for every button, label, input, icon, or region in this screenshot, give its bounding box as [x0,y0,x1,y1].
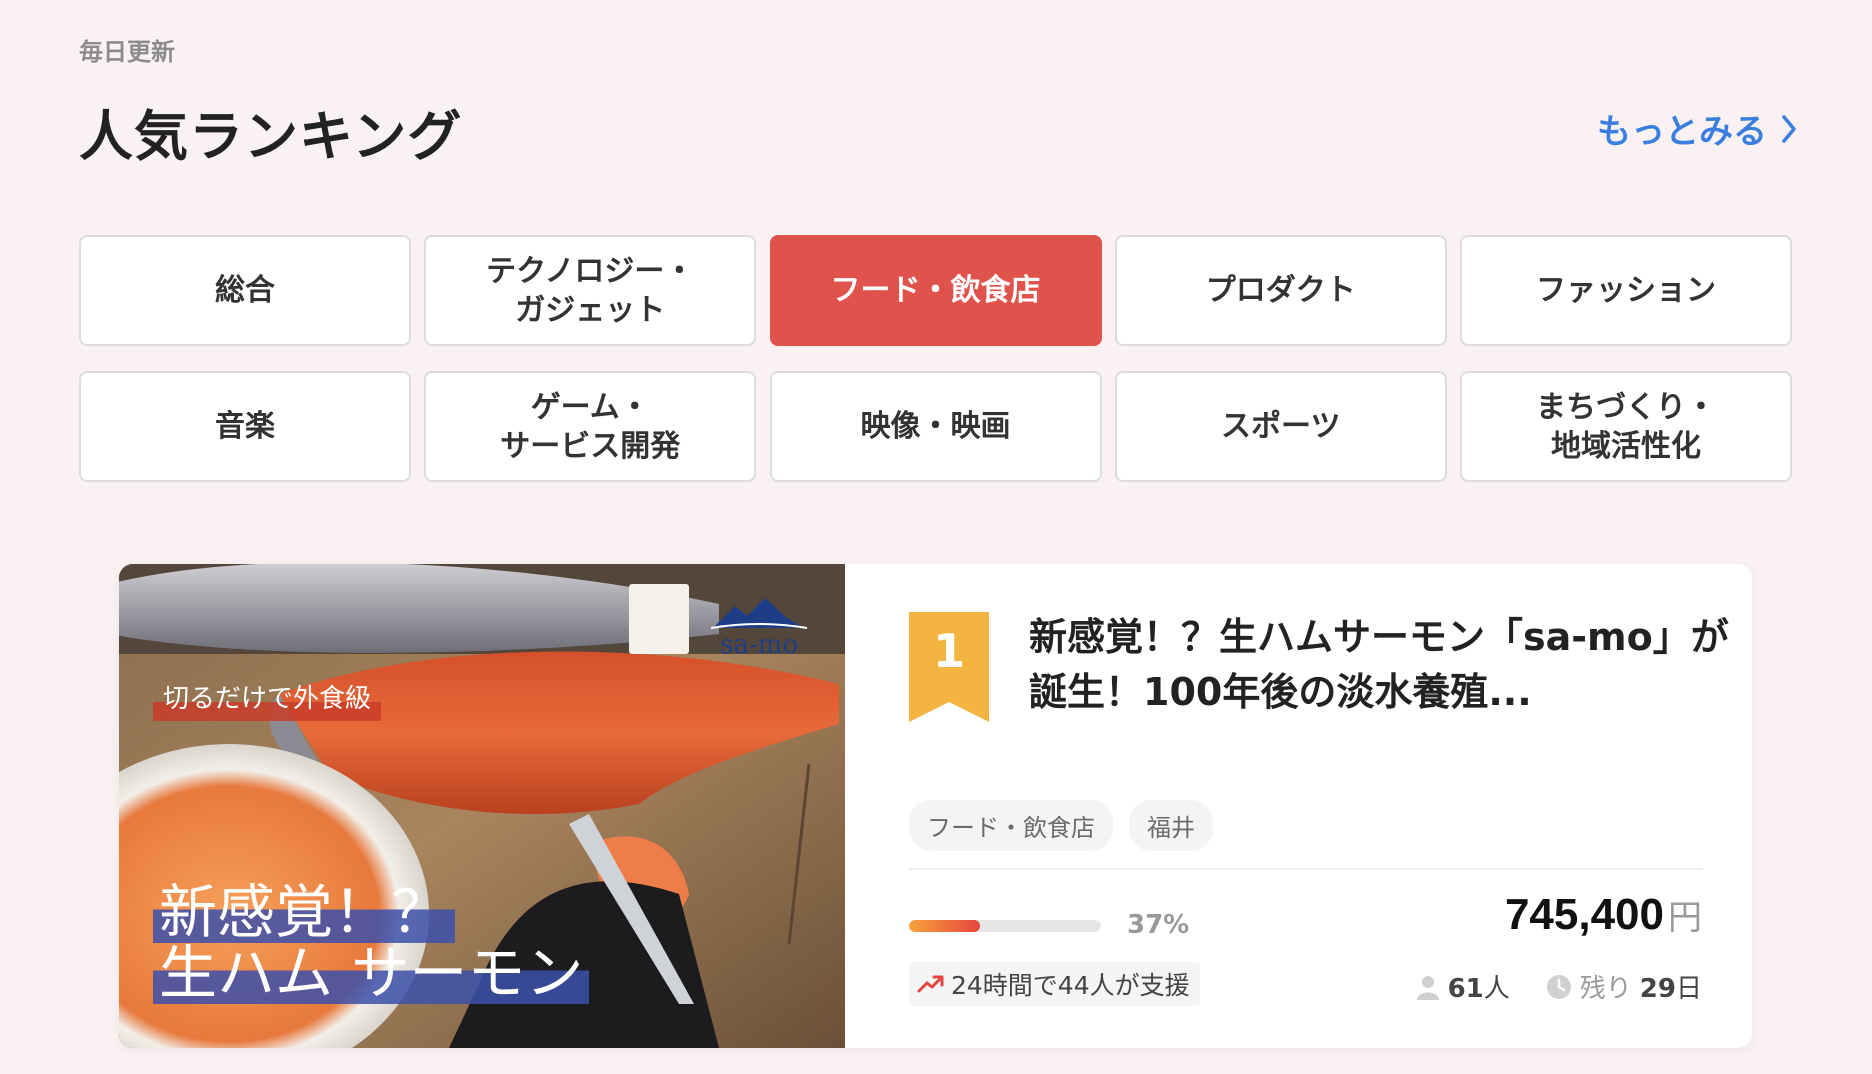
category-tab[interactable]: ファッション [1460,235,1792,346]
page-title: 人気ランキング [79,105,463,168]
amount-value: 745,400 [1504,890,1664,939]
rank-number: 1 [932,624,965,678]
funding-progress-fill [909,920,981,932]
category-tab[interactable]: 映像・映画 [769,371,1102,482]
funding-percent: 37% [1127,910,1190,940]
category-tab[interactable]: まちづくり・ 地域活性化 [1460,371,1792,482]
thumbnail-headline: 新感覚！？ 生ハム サーモン [153,882,590,1004]
divider [909,868,1703,870]
thumbnail-tagline: 切るだけで外食級 [153,674,382,721]
category-tab[interactable]: 音楽 [79,371,411,482]
supporters-count: 61 [1447,974,1484,1004]
mountain-logo-icon [710,598,808,629]
project-tag[interactable]: フード・飲食店 [909,800,1113,851]
funding-amount: 745,400 円 [1505,890,1702,940]
ranking-card[interactable]: sa-mo 切るだけで外食級 新感覚！？ 生ハム サーモン 1 新感覚！？生ハム… [119,564,1752,1048]
category-tab[interactable]: 総合 [79,235,411,346]
project-info: 1 新感覚！？生ハムサーモン「sa-mo」が誕生！100年後の淡水養殖... フ… [845,564,1752,1048]
ranking-subtitle: 毎日更新 [79,38,175,66]
person-icon [1416,975,1439,1000]
project-tag[interactable]: 福井 [1129,800,1213,851]
project-title[interactable]: 新感覚！？生ハムサーモン「sa-mo」が誕生！100年後の淡水養殖... [1029,610,1749,720]
category-tab[interactable]: フード・飲食店 [769,235,1102,346]
trend-indicator: 24時間で44人が支援 [909,962,1200,1006]
brand-logo: sa-mo [709,594,809,660]
remaining-unit: 日 [1675,974,1702,1004]
category-tab[interactable]: テクノロジー・ ガジェット [424,235,757,346]
brand-logo-text: sa-mo [720,630,798,660]
category-tab[interactable]: スポーツ [1114,371,1447,482]
supporters-unit: 人 [1483,974,1510,1004]
trend-label: 24時間で44人が支援 [951,971,1190,1000]
category-tab[interactable]: ゲーム・ サービス開発 [424,371,757,482]
chevron-right-icon [1782,114,1796,143]
remaining-days: 29 [1639,974,1676,1004]
funding-progress-bar [909,920,1101,932]
project-thumbnail[interactable]: sa-mo 切るだけで外食級 新感覚！？ 生ハム サーモン [119,564,845,1048]
see-more-link[interactable]: もっとみる [1597,104,1797,153]
clock-icon [1546,974,1571,999]
category-tab[interactable]: プロダクト [1114,235,1447,346]
trending-up-icon [917,975,944,993]
thumbnail-headline-line2: 生ハム サーモン [153,942,590,1004]
category-grid: 総合 テクノロジー・ ガジェット フード・飲食店 プロダクト ファッション音楽 ゲーム・ … [79,235,1792,482]
see-more-label: もっとみる [1597,112,1767,152]
amount-unit: 円 [1668,898,1702,938]
tag-list: フード・飲食店 福井 [909,800,1213,851]
thumbnail-headline-line1: 新感覚！？ [153,882,456,943]
remaining-label: 残り [1579,974,1632,1004]
rank-badge: 1 [909,612,989,722]
project-stats: 61人 残り 29日 [1416,968,1702,1005]
